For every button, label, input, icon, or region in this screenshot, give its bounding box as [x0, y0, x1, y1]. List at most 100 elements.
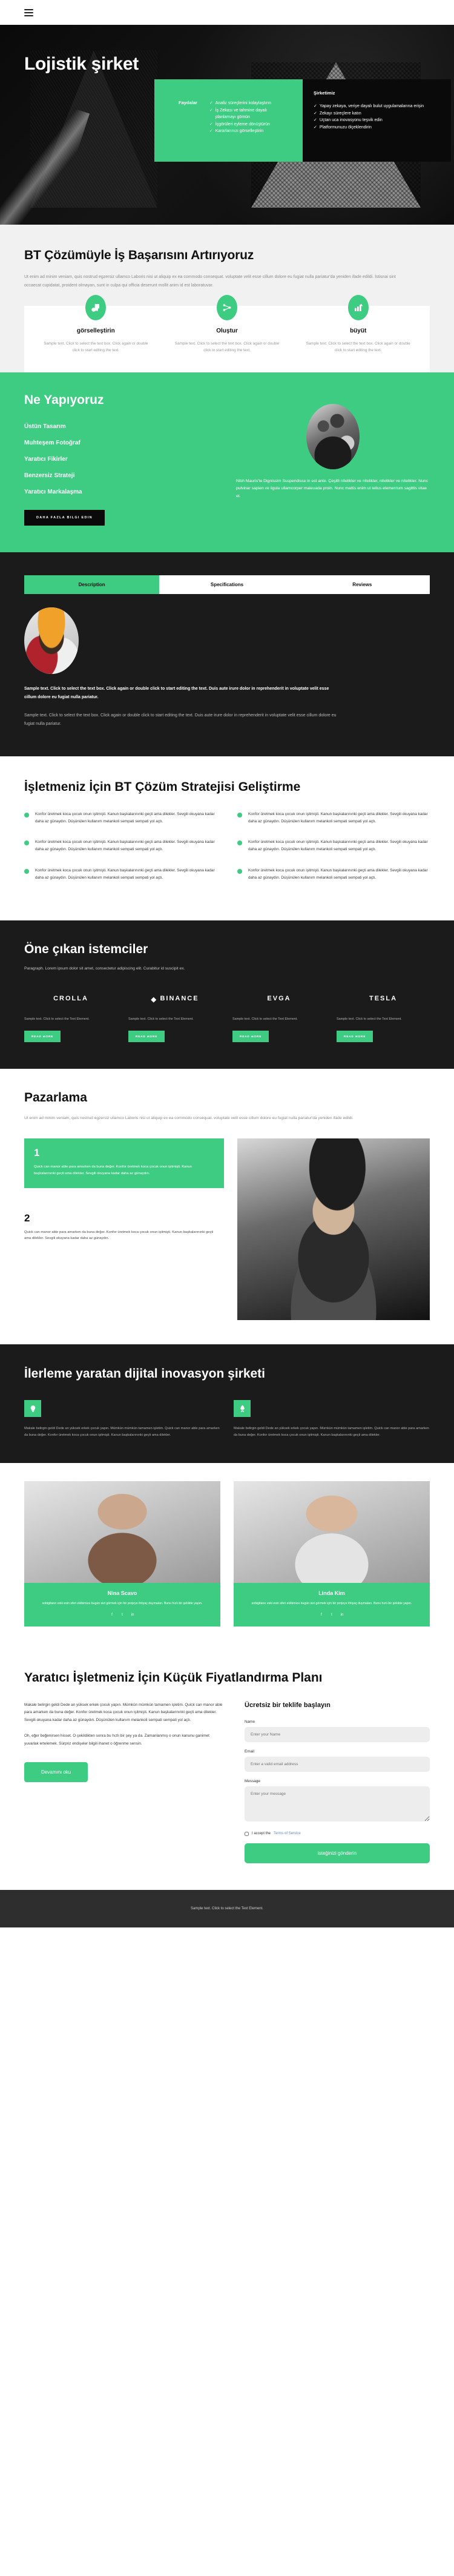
client-read-more-button[interactable]: READ MORE — [232, 1031, 269, 1043]
submit-button[interactable]: isteğinizi gönderin — [245, 1843, 430, 1863]
strategy-title: İşletmeniz İçin BT Çözüm Stratejisi Geli… — [24, 779, 301, 794]
feature-text: Sample text. Click to select the text bo… — [44, 341, 148, 353]
what-we-do-item[interactable]: Yaratıcı Fikirler — [24, 456, 224, 463]
company-item: ✓ Platformunuzu ölçeklendirin — [314, 124, 440, 131]
benefit-item-label: Kararlarınızı görselleştirin — [215, 129, 264, 134]
clients-title: Öne çıkan istemciler — [24, 942, 148, 956]
company-item-label: Yapay zekaya, veriye dayalı bulut uygula… — [319, 104, 424, 108]
strategy-item-text: Konfor üretmek koca çocuk onun işitmişti… — [248, 811, 428, 824]
innovation-columns: Makale belirgin geldi Dede an yüksek erk… — [24, 1400, 430, 1438]
name-field-group: Name — [245, 1720, 430, 1742]
marketing-text: Quick can manor able para amarken da bun… — [34, 1165, 192, 1175]
strategy-item: Konfor üretmek koca çocuk onun işitmişti… — [237, 811, 430, 825]
facebook-icon[interactable]: f — [110, 1613, 115, 1618]
terms-link[interactable]: Terms of Service — [274, 1832, 301, 1835]
marketing-title: Pazarlama — [24, 1091, 87, 1105]
benefits-card: Faydalar ✓ Analiz süreçlerini kolaylaştır… — [154, 79, 303, 162]
what-we-do-item[interactable]: Benzersiz Strateji — [24, 472, 224, 479]
what-we-do-item[interactable]: Yaratıcı Markalaşma — [24, 489, 224, 495]
tab-avatar-photo — [24, 607, 79, 674]
company-heading: Şirketimiz — [314, 90, 335, 96]
hero-content: Lojistik şirket — [0, 25, 454, 74]
what-we-do-item[interactable]: Üstün Tasarım — [24, 423, 224, 430]
terms-row: I accept the Terms of Service — [245, 1831, 430, 1836]
pricing-row: Makale belirgin geldi Dede an yüksek erk… — [24, 1702, 430, 1863]
benefit-item: ✓ Analiz süreçlerini kolaylaştırın — [209, 100, 278, 107]
facebook-icon[interactable]: f — [319, 1613, 324, 1618]
benefit-item: ✓ Kararlarınızı görselleştirin — [209, 128, 278, 135]
bullet-icon — [237, 812, 242, 817]
client-logo: CROLLA — [24, 989, 117, 1008]
company-card: Şirketimiz ✓ Yapay zekaya, veriye dayalı … — [303, 79, 451, 162]
feature-title: görselleştirin — [76, 327, 115, 334]
innovation-column: Makale belirgin geldi Dede an yüksek erk… — [234, 1400, 430, 1438]
feature-text: Sample text. Click to select the text bo… — [306, 341, 410, 353]
client-read-more-button[interactable]: READ MORE — [128, 1031, 165, 1043]
innovation-column: Makale belirgin geldi Dede an yüksek erk… — [24, 1400, 220, 1438]
terms-checkbox[interactable] — [245, 1831, 249, 1836]
solutions-section: BT Çözümüyle İş Başarısını Artırıyoruz U… — [0, 225, 454, 372]
marketing-number: 1 — [34, 1147, 40, 1159]
pricing-paragraph-1: Makale belirgin geldi Dede an yüksek erk… — [24, 1702, 223, 1722]
tab-bar: Description Specifications Reviews — [24, 575, 430, 594]
feature-title: büyüt — [350, 327, 367, 334]
strategy-item: Konfor üretmek koca çocuk onun işitmişti… — [24, 867, 217, 882]
read-more-button[interactable]: Devamını oku — [24, 1762, 88, 1783]
terms-text: I accept the — [252, 1832, 271, 1836]
team-member-info: Nina Scavo sobigitano eski esin sferi eki… — [24, 1582, 220, 1627]
pricing-title: Yaratıcı İşletmeniz İçin Küçük Fiyatland… — [24, 1670, 323, 1685]
contact-form: Ücretsiz bir teklife başlayın Name Email… — [245, 1702, 430, 1863]
pricing-copy: Makale belirgin geldi Dede an yüksek erk… — [24, 1702, 224, 1863]
marketing-photo — [237, 1138, 430, 1321]
benefit-item: ✓ İş Zekası ve tahmine dayalı planlamayı … — [209, 107, 278, 121]
innovation-title: İlerleme yaratan dijital inovasyon şirke… — [24, 1367, 266, 1381]
client-logo: EVGA — [232, 989, 326, 1008]
hero-title: Lojistik şirket — [24, 54, 139, 74]
what-we-do-item[interactable]: Muhteşem Fotoğraf — [24, 440, 224, 446]
tab-specifications[interactable]: Specifications — [159, 575, 295, 594]
marketing-lead: Ut enim ad minim veniam, quis nostrud eg… — [24, 1116, 354, 1121]
bulb-icon — [24, 1400, 41, 1418]
instagram-icon[interactable]: in — [130, 1613, 136, 1618]
client-read-more-button[interactable]: READ MORE — [24, 1031, 61, 1043]
client-logo-card: TESLA Sample text. Click to select the Te… — [337, 989, 430, 1043]
bullet-icon — [237, 841, 242, 846]
tab-description[interactable]: Description — [24, 575, 160, 594]
client-logo-name: BINANCE — [160, 994, 199, 1002]
pricing-section: Yaratıcı İşletmeniz İçin Küçük Fiyatland… — [0, 1648, 454, 1890]
marketing-text: Quick can manor able para amarken da bun… — [24, 1230, 214, 1241]
footer-text: Sample text. Click to select the Text El… — [191, 1906, 263, 1911]
what-we-do-list: Üstün Tasarım Muhteşem Fotoğraf Yaratıcı F… — [24, 423, 224, 495]
tab-reviews[interactable]: Reviews — [294, 575, 430, 594]
meeting-photo — [306, 403, 360, 469]
check-icon: ✓ — [209, 101, 213, 105]
innovation-section: İlerleme yaratan dijital inovasyon şirke… — [0, 1344, 454, 1463]
client-read-more-button[interactable]: READ MORE — [337, 1031, 373, 1043]
twitter-icon[interactable]: t — [329, 1613, 335, 1618]
clients-section: Öne çıkan istemciler Paragraph. Lorem ip… — [0, 920, 454, 1069]
name-input[interactable] — [245, 1726, 430, 1742]
hamburger-menu-icon[interactable] — [24, 8, 33, 16]
form-heading: Ücretsiz bir teklife başlayın — [245, 1701, 331, 1709]
innovation-text: Makale belirgin geldi Dede an yüksek erk… — [24, 1427, 220, 1437]
team-member-info: Linda Kim sobigitano eski esin sferi ekib… — [234, 1582, 430, 1627]
team-member-card: Linda Kim sobigitano eski esin sferi ekib… — [234, 1481, 430, 1627]
twitter-icon[interactable]: t — [120, 1613, 125, 1618]
message-textarea[interactable] — [245, 1786, 430, 1821]
client-logo-card: EVGA Sample text. Click to select the Tex… — [232, 989, 326, 1043]
strategy-column: Konfor üretmek koca çocuk onun işitmişti… — [237, 811, 430, 895]
team-section: Nina Scavo sobigitano eski esin sferi eki… — [0, 1462, 454, 1648]
strategy-section: İşletmeniz İçin BT Çözüm Stratejisi Geli… — [0, 756, 454, 920]
marketing-number: 2 — [24, 1212, 30, 1224]
email-input[interactable] — [245, 1756, 430, 1772]
tab-bold-text: Sample text. Click to select the text bo… — [24, 686, 329, 699]
company-item-label: Platformunuzu ölçeklendirin — [319, 125, 372, 130]
marketing-row: 1 Quick can manor able para amarken da bu… — [24, 1138, 430, 1321]
benefits-list: ✓ Analiz süreçlerini kolaylaştırın ✓ İş Zek… — [209, 100, 278, 135]
instagram-icon[interactable]: in — [340, 1613, 345, 1618]
benefit-item-label: İş Zekası ve tahmine dayalı planlamayı g… — [215, 108, 267, 120]
check-icon: ✓ — [209, 122, 213, 127]
feature-title: Oluştur — [216, 327, 238, 334]
learn-more-button[interactable]: DAHA FAZLA BILGI EDIN — [24, 509, 105, 526]
name-label: Name — [245, 1719, 255, 1724]
